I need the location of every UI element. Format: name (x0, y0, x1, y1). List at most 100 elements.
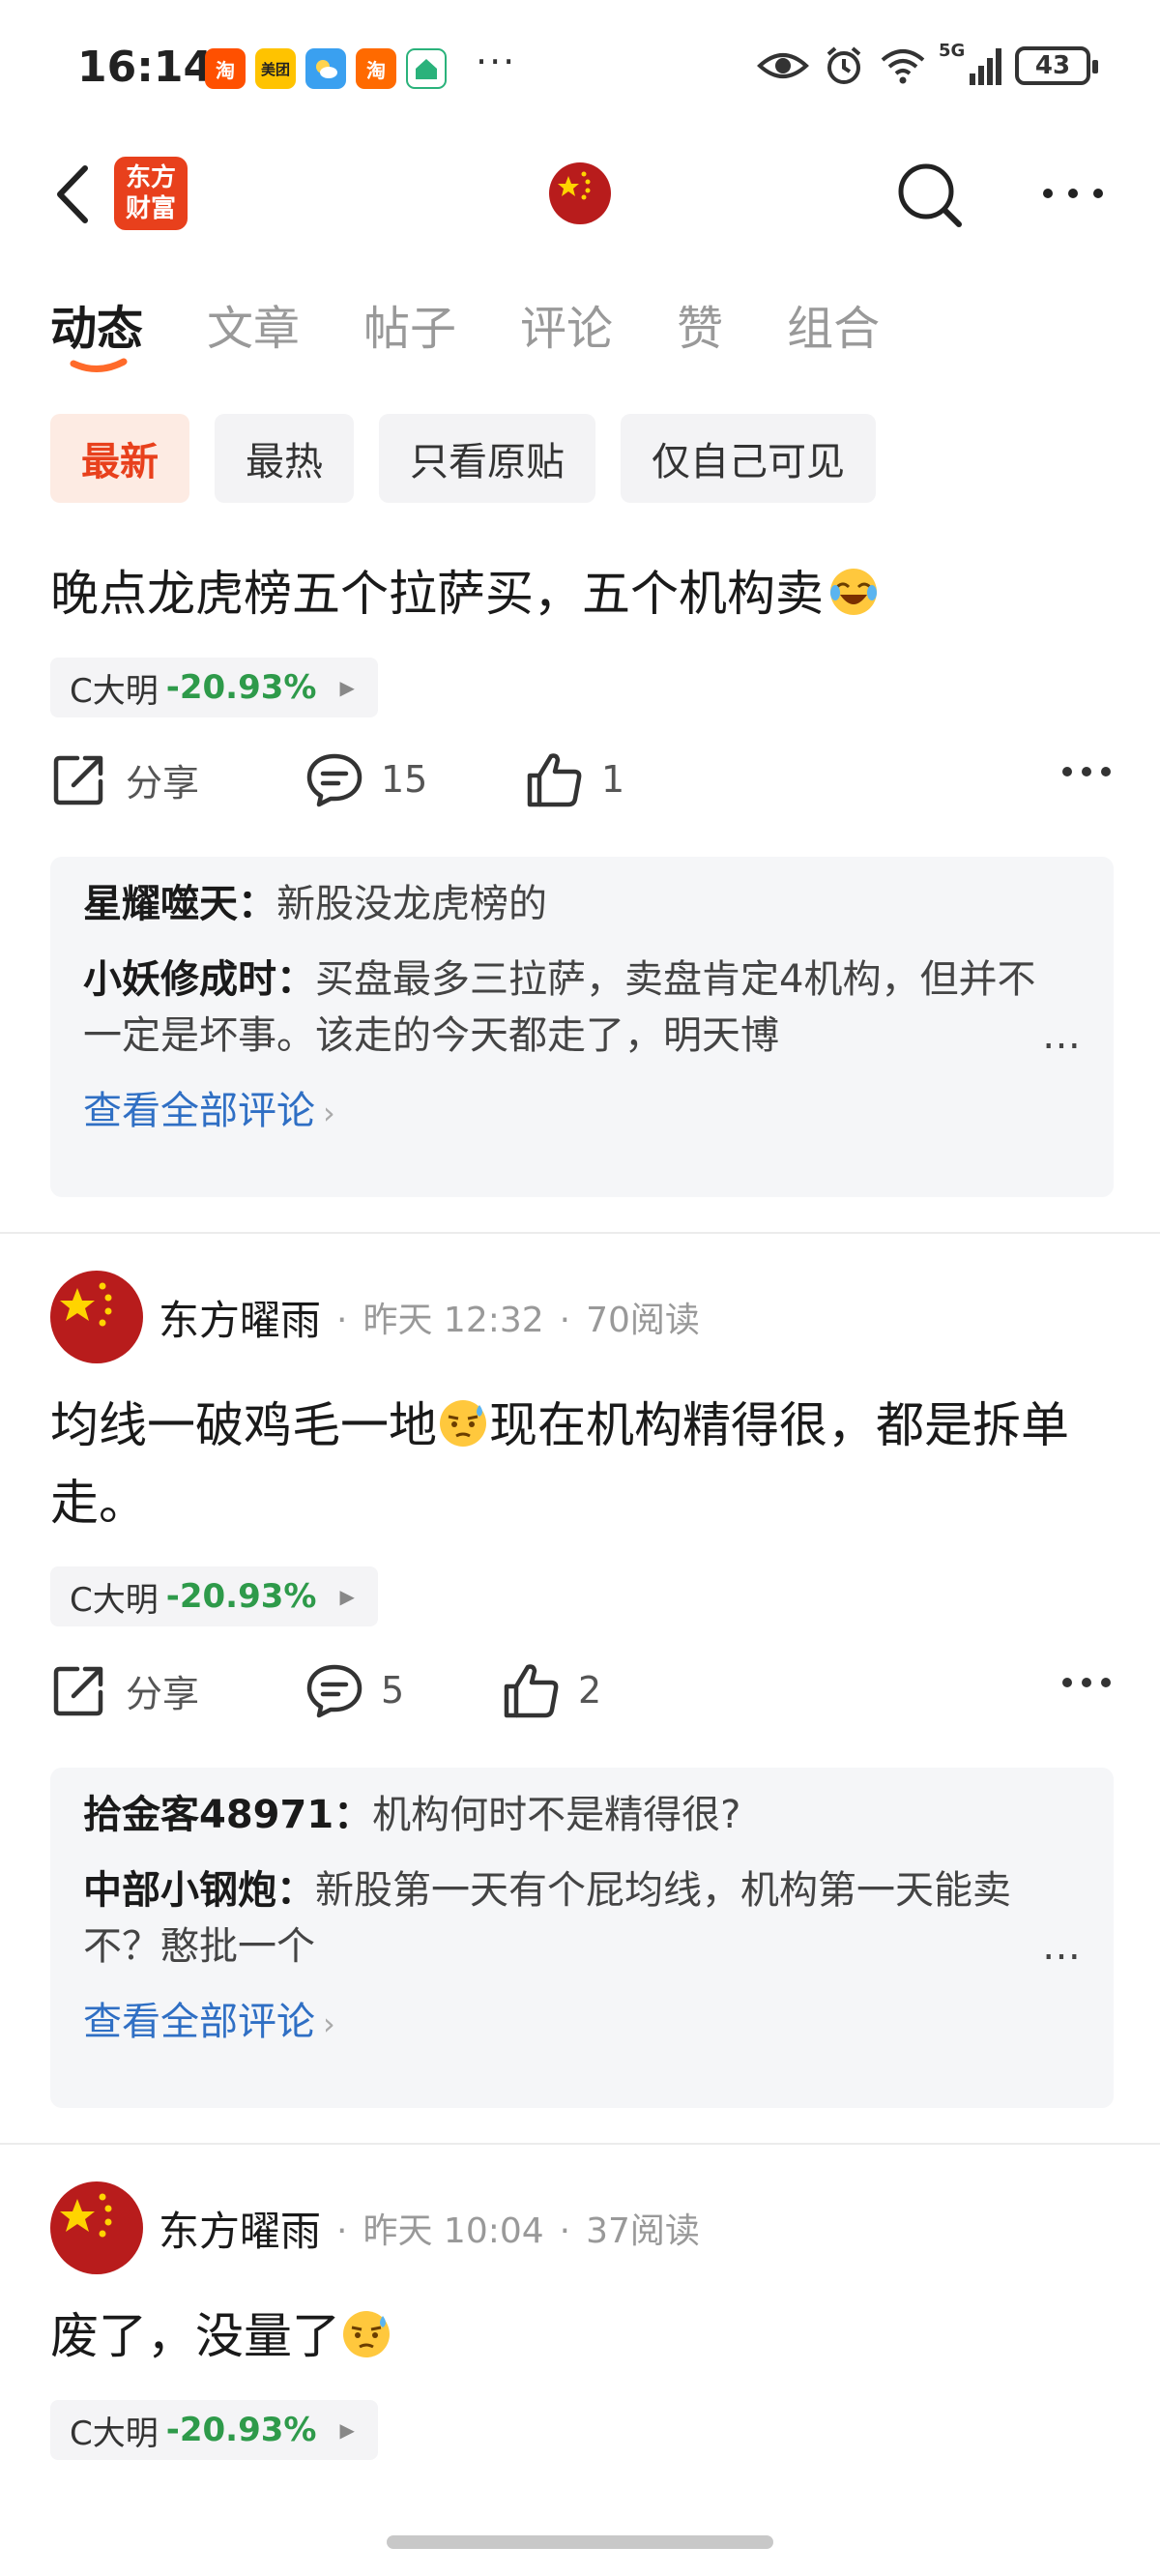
tab-likes[interactable]: 赞 (677, 290, 723, 358)
share-button[interactable]: 分享 (50, 1661, 199, 1719)
laughing-tears-emoji-icon (830, 569, 877, 615)
nav-header: 东方 财富 (0, 135, 1160, 251)
view-all-label: 查看全部评论 (83, 2000, 315, 2044)
like-count: 1 (601, 758, 625, 801)
comment-preview[interactable]: 拾金客48971：机构何时不是精得很? 中部小钢炮：新股第一天有个屁均线，机构第… (50, 1768, 1114, 2108)
tab-active-indicator (70, 358, 128, 372)
stock-tag[interactable]: C大明 -20.93% ▶ (50, 1566, 378, 1626)
filter-chips: 最新 最热 只看原贴 仅自己可见 (50, 414, 876, 503)
author-avatar[interactable] (50, 2181, 143, 2274)
tab-comments[interactable]: 评论 (520, 290, 613, 358)
tab-posts[interactable]: 帖子 (363, 290, 456, 358)
comment-button[interactable]: 5 (305, 1661, 404, 1719)
post-meta: · 昨天 10:04 · 37阅读 (336, 2211, 700, 2251)
status-indicators: 5G 43 (757, 41, 1098, 87)
eastmoney-logo: 东方 财富 (114, 157, 188, 230)
home-app-icon (406, 48, 447, 89)
triangle-right-icon: ▶ (339, 1585, 355, 1608)
comment-author[interactable]: 星耀噬天： (83, 882, 276, 926)
stock-change: -20.93% (165, 668, 317, 707)
comment-author[interactable]: 拾金客48971： (83, 1793, 372, 1837)
wifi-icon (881, 49, 925, 84)
stock-name: C大明 (70, 2414, 159, 2453)
view-all-comments-link[interactable]: 查看全部评论 › (83, 1083, 1081, 1141)
comment-count: 15 (381, 758, 428, 801)
battery-icon: 43 (1015, 46, 1098, 85)
comment-icon (306, 753, 362, 807)
ellipsis-icon: … (1032, 1008, 1081, 1064)
post-time: 昨天 12:32 (362, 1301, 544, 1340)
thumbs-up-icon (527, 753, 582, 807)
like-button[interactable]: 1 (524, 750, 624, 808)
share-label: 分享 (126, 1672, 200, 1715)
post-actions: 分享 5 2 (50, 1661, 1114, 1739)
post-reads: 70阅读 (586, 1301, 700, 1340)
ellipsis-icon: … (1032, 1918, 1081, 1975)
stock-tag[interactable]: C大明 -20.93% ▶ (50, 658, 378, 717)
comment-preview[interactable]: 星耀噬天：新股没龙虎榜的 小妖修成时：买盘最多三拉萨，卖盘肯定4机构，但并不一定… (50, 857, 1114, 1197)
post-text[interactable]: 废了，没量了 (50, 2298, 392, 2375)
taobao-flash-icon: 淘 (356, 48, 396, 89)
share-icon (53, 1666, 103, 1716)
thumbs-up-icon (504, 1664, 559, 1718)
comment-item: 中部小钢炮：新股第一天有个屁均线，机构第一天能卖不？憨批一个 … (83, 1862, 1081, 1975)
triangle-right-icon: ▶ (339, 2418, 355, 2442)
stock-name: C大明 (70, 671, 159, 711)
filter-latest[interactable]: 最新 (50, 414, 189, 503)
share-icon (53, 755, 103, 805)
author-name[interactable]: 东方曜雨 (159, 1288, 321, 1347)
post-reads: 37阅读 (586, 2211, 700, 2251)
tab-dynamic[interactable]: 动态 (50, 290, 144, 372)
filter-self-visible[interactable]: 仅自己可见 (621, 414, 876, 503)
author-row: 东方曜雨 · 昨天 12:32 · 70阅读 (50, 1269, 700, 1365)
post-more-button[interactable] (1059, 1673, 1114, 1696)
post-text[interactable]: 晚点龙虎榜五个拉萨买，五个机构卖 (50, 555, 880, 632)
network-label: 5G (939, 41, 966, 61)
taobao-icon: 淘 (205, 48, 246, 89)
more-dots-icon (1062, 767, 1111, 776)
comment-text: 机构何时不是精得很? (372, 1793, 741, 1837)
share-button[interactable]: 分享 (50, 750, 199, 808)
share-label: 分享 (126, 761, 200, 805)
comment-item: 拾金客48971：机构何时不是精得很? (83, 1787, 1081, 1843)
comment-icon (306, 1664, 362, 1718)
view-all-comments-link[interactable]: 查看全部评论 › (83, 1994, 1081, 2052)
like-button[interactable]: 2 (501, 1661, 601, 1719)
comment-author[interactable]: 中部小钢炮： (83, 1868, 315, 1913)
tab-articles[interactable]: 文章 (207, 290, 300, 358)
author-name[interactable]: 东方曜雨 (159, 2199, 321, 2258)
tab-portfolio[interactable]: 组合 (787, 290, 880, 358)
meituan-icon: 美团 (255, 48, 296, 89)
tab-label: 动态 (50, 302, 144, 356)
stock-change: -20.93% (165, 1577, 317, 1616)
view-all-label: 查看全部评论 (83, 1089, 315, 1133)
divider (0, 1232, 1160, 1234)
status-bar: 16:14 淘 美团 淘 ··· 5G 43 (0, 0, 1160, 135)
weather-icon (305, 48, 346, 89)
post-body: 晚点龙虎榜五个拉萨买，五个机构卖 (50, 566, 824, 622)
alarm-icon (826, 46, 861, 84)
filter-hot[interactable]: 最热 (215, 414, 354, 503)
user-avatar[interactable] (549, 162, 611, 224)
more-options-button[interactable] (1034, 174, 1112, 213)
comment-item: 星耀噬天：新股没龙虎榜的 (83, 876, 1081, 932)
like-count: 2 (578, 1669, 602, 1712)
more-dots-icon (1062, 1678, 1111, 1687)
comment-author[interactable]: 小妖修成时： (83, 957, 315, 1002)
sweating-emoji-icon (440, 1400, 486, 1447)
stock-change: -20.93% (165, 2411, 317, 2449)
back-button[interactable] (46, 161, 104, 228)
filter-original-only[interactable]: 只看原贴 (379, 414, 595, 503)
chevron-right-icon: › (323, 2005, 335, 2042)
search-button[interactable] (893, 159, 967, 232)
post-text[interactable]: 均线一破鸡毛一地 现在机构精得很，都是拆单走。 (50, 1387, 1114, 1541)
stock-name: C大明 (70, 1580, 159, 1620)
author-avatar[interactable] (50, 1271, 143, 1363)
home-indicator[interactable] (387, 2535, 773, 2549)
stock-tag[interactable]: C大明 -20.93% ▶ (50, 2400, 378, 2460)
divider (0, 2143, 1160, 2145)
post-actions: 分享 15 1 (50, 750, 1114, 828)
post-more-button[interactable] (1059, 762, 1114, 785)
comment-button[interactable]: 15 (305, 750, 427, 808)
triangle-right-icon: ▶ (339, 676, 355, 699)
